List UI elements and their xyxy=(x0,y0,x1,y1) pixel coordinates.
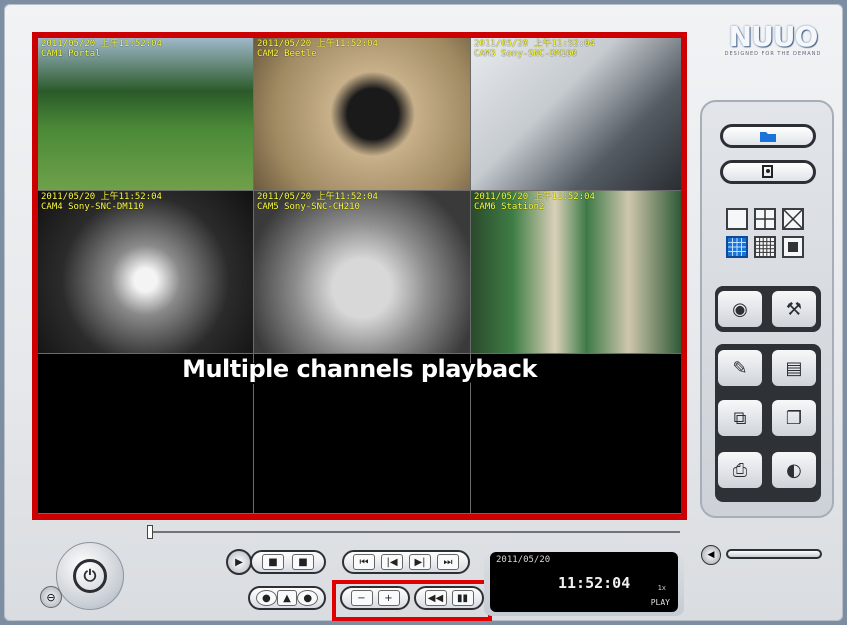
playback-control-group: ■ ■ xyxy=(250,550,326,574)
aux-left-button[interactable]: ● xyxy=(256,590,277,606)
logo-tagline: DESIGNED FOR THE DEMAND xyxy=(724,51,822,57)
stop-button[interactable]: ■ xyxy=(262,554,284,570)
channel-tile-3[interactable]: 2011/05/20 上午11:52:04 CAM3 Sony-SNC-DM16… xyxy=(471,38,681,191)
speaker-icon[interactable]: ◀ xyxy=(701,545,721,565)
grid-icon xyxy=(788,242,798,252)
channel-caption: 2011/05/20 上午11:52:04 CAM1 Portal xyxy=(41,39,162,59)
channel-tile-empty[interactable] xyxy=(471,354,681,514)
minus-icon: ⊖ xyxy=(46,590,56,604)
status-mode: PLAY xyxy=(650,598,670,607)
last-frame-button[interactable]: ⏭ xyxy=(437,554,459,570)
layout-custom-button[interactable] xyxy=(782,236,804,258)
grid-icon xyxy=(756,238,774,256)
snapshot-icon: ❐ xyxy=(785,407,803,429)
annotate-button[interactable]: ✎ xyxy=(718,350,762,386)
open-folder-button[interactable] xyxy=(720,124,816,148)
layout-2x2-button[interactable] xyxy=(754,208,776,230)
file-icon: ▤ xyxy=(785,357,803,379)
zoom-out-button[interactable]: − xyxy=(350,590,373,606)
play-button[interactable]: ▶ xyxy=(226,549,252,575)
zoom-in-button[interactable]: + xyxy=(377,590,400,606)
aux-control-group: ● ▲ ● xyxy=(248,586,326,610)
view-button[interactable]: ◐ xyxy=(772,452,816,488)
power-icon: ⏻ xyxy=(73,559,107,593)
channel-tile-empty[interactable] xyxy=(38,354,254,514)
status-time: 11:52:04 xyxy=(558,574,631,592)
setup-button[interactable]: ⚒ xyxy=(772,291,816,327)
aux-right-button[interactable]: ● xyxy=(297,590,319,606)
right-control-panel: ◉ ⚒ ✎ ▤ ⧉ ❐ ⎙ ◐ xyxy=(700,100,834,518)
video-grid[interactable]: 2011/05/20 上午11:52:04 CAM1 Portal 2011/0… xyxy=(38,38,681,514)
log-button[interactable]: ▤ xyxy=(772,350,816,386)
layout-5x5-button[interactable] xyxy=(754,236,776,258)
aux-up-button[interactable]: ▲ xyxy=(276,590,298,606)
channel-tile-2[interactable]: 2011/05/20 上午11:52:04 CAM2 Beetle xyxy=(254,38,471,191)
minimize-button[interactable]: ⊖ xyxy=(40,586,62,608)
channel-caption: 2011/05/20 上午11:52:04 CAM4 Sony-SNC-DM11… xyxy=(41,192,162,212)
status-display: 2011/05/20 11:52:04 1x PLAY xyxy=(484,548,684,616)
search-icon xyxy=(762,165,773,178)
grid-icon xyxy=(756,210,774,228)
zoom-control-group: − + xyxy=(340,586,410,610)
logo: NUUO DESIGNED FOR THE DEMAND xyxy=(720,20,826,70)
search-button[interactable] xyxy=(720,160,816,184)
pause-button[interactable]: ■ xyxy=(292,554,314,570)
channel-caption: 2011/05/20 上午11:52:04 CAM3 Sony-SNC-DM16… xyxy=(474,39,595,59)
export-button[interactable]: ⧉ xyxy=(718,400,762,436)
folder-icon xyxy=(760,132,776,142)
print-button[interactable]: ⎙ xyxy=(718,452,762,488)
power-button[interactable]: ⏻ xyxy=(56,542,124,610)
channel-tile-1[interactable]: 2011/05/20 上午11:52:04 CAM1 Portal xyxy=(38,38,254,191)
lens-icon: ◉ xyxy=(732,298,748,320)
prev-frame-button[interactable]: |◀ xyxy=(381,554,403,570)
channel-caption: 2011/05/20 上午11:52:04 CAM6 Station2 xyxy=(474,192,595,212)
channel-tile-4[interactable]: 2011/05/20 上午11:52:04 CAM4 Sony-SNC-DM11… xyxy=(38,191,254,354)
first-frame-button[interactable]: ⏮ xyxy=(353,554,375,570)
step-control-group: ⏮ |◀ ▶| ⏭ xyxy=(342,550,470,574)
pen-icon: ✎ xyxy=(732,357,748,379)
layout-quad-button[interactable] xyxy=(782,208,804,230)
status-date: 2011/05/20 xyxy=(496,555,551,565)
logo-mark: NUUO xyxy=(728,20,819,53)
faster-button[interactable]: ▮▮ xyxy=(451,590,474,606)
channel-caption: 2011/05/20 上午11:52:04 CAM2 Beetle xyxy=(257,39,378,59)
timeline-thumb[interactable] xyxy=(147,525,153,539)
play-icon: ▶ xyxy=(235,556,243,568)
snapshot-button[interactable]: ❐ xyxy=(772,400,816,436)
print-icon: ⎙ xyxy=(732,459,748,481)
wrench-icon: ⚒ xyxy=(785,298,803,320)
next-frame-button[interactable]: ▶| xyxy=(409,554,431,570)
status-speed: 1x xyxy=(657,584,666,592)
speed-control-group: ◀◀ ▮▮ xyxy=(414,586,484,610)
eye-icon: ◐ xyxy=(786,459,802,481)
channel-caption: 2011/05/20 上午11:52:04 CAM5 Sony-SNC-CH21… xyxy=(257,192,378,212)
volume-slider[interactable] xyxy=(726,549,822,559)
status-screen: 2011/05/20 11:52:04 1x PLAY xyxy=(490,552,678,612)
channel-tile-empty[interactable] xyxy=(254,354,471,514)
grid-icon xyxy=(783,209,803,229)
grid-icon xyxy=(728,238,746,256)
layout-4x4-button[interactable] xyxy=(726,236,748,258)
channel-tile-5[interactable]: 2011/05/20 上午11:52:04 CAM5 Sony-SNC-CH21… xyxy=(254,191,471,354)
export-icon: ⧉ xyxy=(733,407,747,429)
layout-1x1-button[interactable] xyxy=(726,208,748,230)
channel-tile-6[interactable]: 2011/05/20 上午11:52:04 CAM6 Station2 xyxy=(471,191,681,354)
slower-button[interactable]: ◀◀ xyxy=(424,590,447,606)
timeline-track[interactable] xyxy=(147,531,680,533)
camera-control-button[interactable]: ◉ xyxy=(718,291,762,327)
